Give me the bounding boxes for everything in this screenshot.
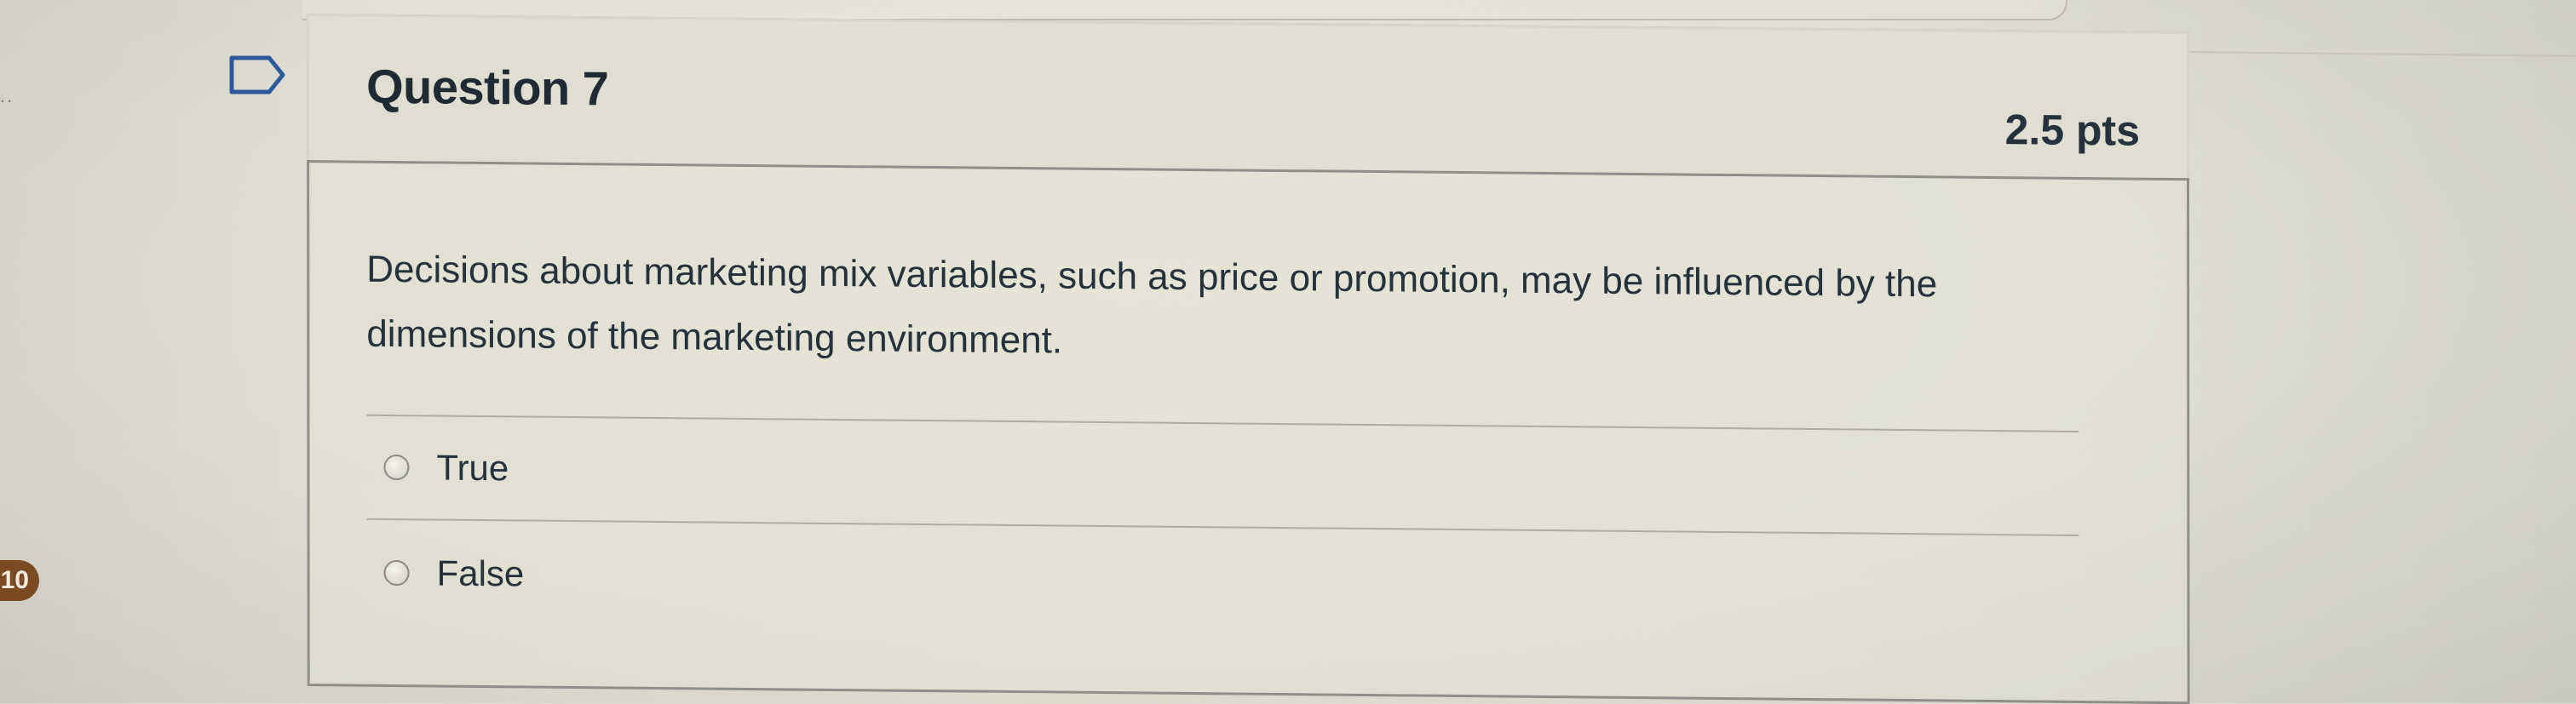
answer-label: True xyxy=(436,447,509,489)
answer-option-false[interactable]: False xyxy=(383,552,525,595)
radio-button-icon[interactable] xyxy=(383,454,410,481)
question-title: Question 7 xyxy=(366,59,609,116)
question-points: 2.5 pts xyxy=(2004,106,2141,155)
radio-button-icon[interactable] xyxy=(383,559,410,587)
question-header: Question 7 2.5 pts xyxy=(307,14,2190,181)
question-text: Decisions about marketing mix variables,… xyxy=(366,248,1938,362)
left-indicator: .. xyxy=(0,85,14,106)
page-number-badge[interactable]: 10 xyxy=(0,560,39,601)
answer-option-true[interactable]: True xyxy=(383,447,509,489)
question-card: Question 7 2.5 pts Decisions about marke… xyxy=(307,14,2190,704)
bookmark-flag-icon[interactable] xyxy=(228,54,288,95)
answer-label: False xyxy=(436,552,525,594)
divider xyxy=(2184,51,2576,57)
